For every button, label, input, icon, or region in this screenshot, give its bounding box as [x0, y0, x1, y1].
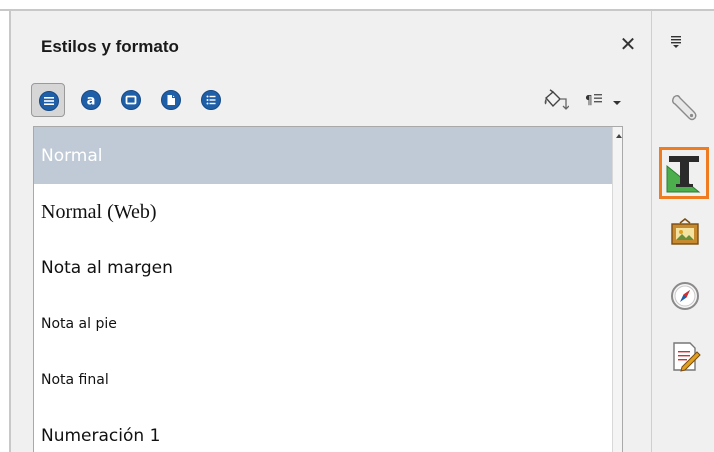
list-styles-button[interactable] [194, 83, 228, 117]
list-scrollbar[interactable] [612, 127, 623, 452]
tab-navigator[interactable] [662, 273, 706, 317]
style-item-numeracion-1[interactable]: Numeración 1 [34, 408, 612, 452]
sidebar-menu-icon [671, 36, 681, 48]
close-button[interactable]: ✕ [617, 33, 639, 55]
new-style-button[interactable]: ¶ [583, 89, 605, 115]
character-styles-button[interactable]: a [74, 83, 108, 117]
page-styles-button[interactable] [154, 83, 188, 117]
manage-changes-icon [673, 342, 701, 372]
character-styles-icon: a [81, 90, 101, 110]
styles-list[interactable]: Normal Normal (Web) Nota al margen Nota … [33, 126, 623, 452]
style-item-nota-al-pie[interactable]: Nota al pie [34, 296, 612, 352]
paragraph-styles-button[interactable] [31, 83, 65, 117]
gallery-icon [671, 218, 699, 245]
styles-panel: Estilos y formato ✕ a ¶ Normal Normal (W… [11, 11, 651, 452]
frame-styles-button[interactable] [114, 83, 148, 117]
paragraph-styles-icon [39, 91, 59, 111]
sidebar-tabbar [652, 11, 714, 452]
panel-title: Estilos y formato [41, 37, 179, 56]
panel-header: Estilos y formato ✕ [11, 11, 651, 71]
page-styles-icon [161, 90, 181, 110]
new-style-dropdown[interactable] [611, 93, 623, 112]
tab-gallery[interactable] [662, 211, 706, 255]
style-item-normal-web[interactable]: Normal (Web) [34, 184, 612, 240]
window: Estilos y formato ✕ a ¶ Normal Normal (W… [0, 0, 714, 452]
sidebar-menu-button[interactable] [662, 25, 706, 69]
fill-format-mode-icon [544, 89, 570, 110]
scroll-up-arrow-icon[interactable] [614, 131, 623, 141]
new-style-from-selection-icon: ¶ [585, 93, 602, 107]
properties-wrench-icon [672, 95, 697, 121]
style-family-toolbar: a ¶ [11, 81, 651, 121]
tab-manage-changes[interactable] [662, 333, 706, 377]
tab-styles-and-formatting[interactable] [659, 147, 709, 199]
style-item-nota-final[interactable]: Nota final [34, 352, 612, 408]
chevron-down-icon [613, 101, 621, 105]
styles-and-formatting-icon [666, 156, 701, 193]
svg-text:a: a [87, 94, 96, 109]
navigator-compass-icon [671, 282, 699, 310]
fill-format-mode-button[interactable] [541, 89, 570, 117]
tab-properties[interactable] [662, 85, 706, 129]
svg-text:¶: ¶ [585, 93, 593, 107]
frame-styles-icon [121, 90, 141, 110]
style-item-normal[interactable]: Normal [34, 127, 612, 184]
style-item-nota-al-margen[interactable]: Nota al margen [34, 240, 612, 296]
list-styles-icon [201, 90, 221, 110]
